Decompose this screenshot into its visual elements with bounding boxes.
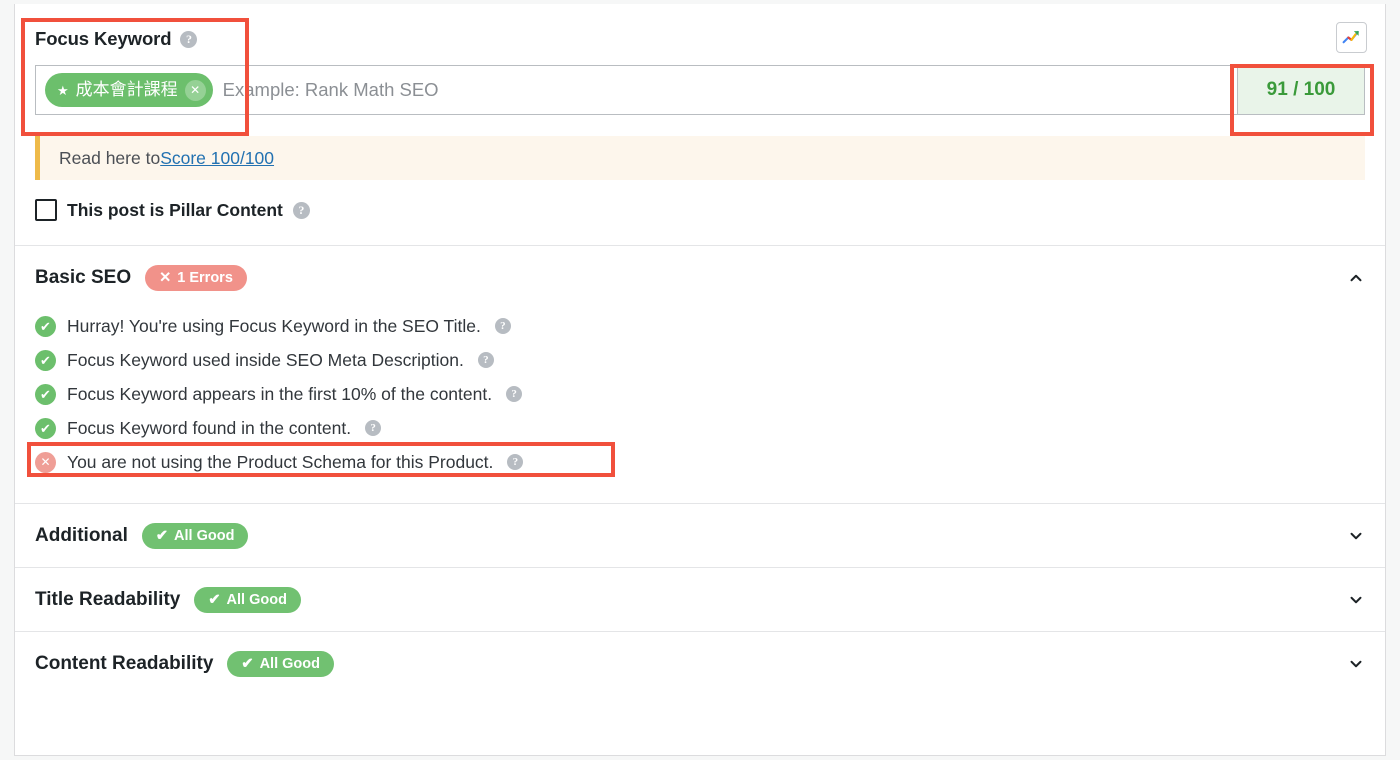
badge-label: All Good (174, 527, 235, 544)
checklist-item-text: You are not using the Product Schema for… (67, 451, 494, 472)
basic-seo-checklist: ✔ Hurray! You're using Focus Keyword in … (15, 309, 1385, 497)
seo-score: 91 / 100 (1237, 65, 1365, 115)
badge-label: All Good (226, 591, 287, 608)
section-header-basic-seo[interactable]: Basic SEO ✕ 1 Errors (15, 246, 1385, 309)
status-badge: ✔ All Good (194, 586, 301, 613)
check-icon: ✔ (35, 383, 56, 405)
section-title: Title Readability (35, 588, 181, 610)
keyword-tag[interactable]: ★ 成本會計課程 ✕ (45, 73, 213, 107)
chevron-up-icon[interactable] (1347, 269, 1365, 287)
help-icon[interactable]: ? (292, 201, 310, 219)
chevron-down-icon[interactable] (1347, 591, 1365, 609)
section-title: Additional (35, 524, 128, 546)
score-notice: Read here to Score 100/100 (35, 136, 1365, 180)
badge-icon: ✕ (159, 269, 172, 286)
notice-link[interactable]: Score 100/100 (160, 148, 274, 169)
focus-keyword-input[interactable]: ★ 成本會計課程 ✕ Example: Rank Math SEO (35, 65, 1238, 115)
checklist-item-text: Focus Keyword used inside SEO Meta Descr… (67, 349, 464, 370)
help-icon[interactable]: ? (507, 454, 524, 470)
checklist-item: ✔ Focus Keyword appears in the first 10%… (35, 377, 1365, 411)
trending-up-icon (1342, 30, 1359, 44)
focus-keyword-label: Focus Keyword (35, 28, 172, 49)
help-icon[interactable]: ? (365, 420, 382, 436)
pillar-content-label: This post is Pillar Content (67, 199, 283, 220)
status-badge: ✔ All Good (141, 522, 249, 549)
keyword-tag-label: 成本會計課程 (75, 79, 178, 99)
help-icon[interactable]: ? (506, 386, 523, 402)
section-title: Content Readability (35, 652, 214, 674)
checklist-item-error: ✕ You are not using the Product Schema f… (27, 442, 1365, 479)
checklist-item-text: Focus Keyword found in the content. (67, 417, 352, 438)
chevron-down-icon[interactable] (1347, 527, 1365, 545)
status-badge: ✕ 1 Errors (145, 264, 247, 291)
badge-icon: ✔ (208, 591, 221, 608)
section-header-title-readability[interactable]: Title Readability ✔ All Good (15, 568, 1385, 631)
focus-keyword-label-row: Focus Keyword ? (35, 26, 1365, 52)
badge-label: 1 Errors (177, 269, 233, 286)
check-icon: ✔ (35, 315, 56, 337)
check-icon: ✔ (35, 349, 56, 371)
checklist-item-text: Focus Keyword appears in the first 10% o… (67, 383, 493, 404)
notice-prefix: Read here to (59, 147, 161, 168)
help-icon[interactable]: ? (477, 352, 494, 368)
keyword-input-placeholder: Example: Rank Math SEO (222, 79, 439, 100)
section-header-additional[interactable]: Additional ✔ All Good (15, 504, 1385, 567)
seo-analysis-panel: Focus Keyword ? ★ 成本會計課程 ✕ Example: Rank… (14, 4, 1386, 756)
pillar-content-row: This post is Pillar Content ? (35, 197, 1365, 223)
chevron-down-icon[interactable] (1347, 655, 1365, 673)
close-icon[interactable]: ✕ (184, 79, 206, 101)
badge-label: All Good (259, 655, 320, 672)
check-icon: ✔ (35, 417, 56, 439)
focus-keyword-input-row: ★ 成本會計課程 ✕ Example: Rank Math SEO 91 / 1… (35, 65, 1365, 115)
focus-keyword-block: Focus Keyword ? ★ 成本會計課程 ✕ Example: Rank… (15, 4, 1385, 136)
help-icon[interactable]: ? (180, 30, 198, 48)
badge-icon: ✔ (155, 527, 169, 544)
pillar-content-checkbox[interactable] (35, 199, 57, 221)
checklist-item: ✔ Focus Keyword used inside SEO Meta Des… (35, 343, 1365, 377)
star-icon: ★ (57, 82, 69, 98)
section-header-content-readability[interactable]: Content Readability ✔ All Good (15, 632, 1385, 695)
google-trends-button[interactable] (1336, 22, 1367, 53)
checklist-item: ✔ Hurray! You're using Focus Keyword in … (35, 309, 1365, 343)
section-title: Basic SEO (35, 266, 132, 288)
checklist-item: ✔ Focus Keyword found in the content. ? (35, 411, 1365, 445)
status-badge: ✔ All Good (227, 650, 334, 677)
error-icon: ✕ (35, 451, 56, 473)
badge-icon: ✔ (241, 655, 254, 672)
checklist-item-text: Hurray! You're using Focus Keyword in th… (67, 315, 481, 336)
help-icon[interactable]: ? (494, 318, 511, 334)
